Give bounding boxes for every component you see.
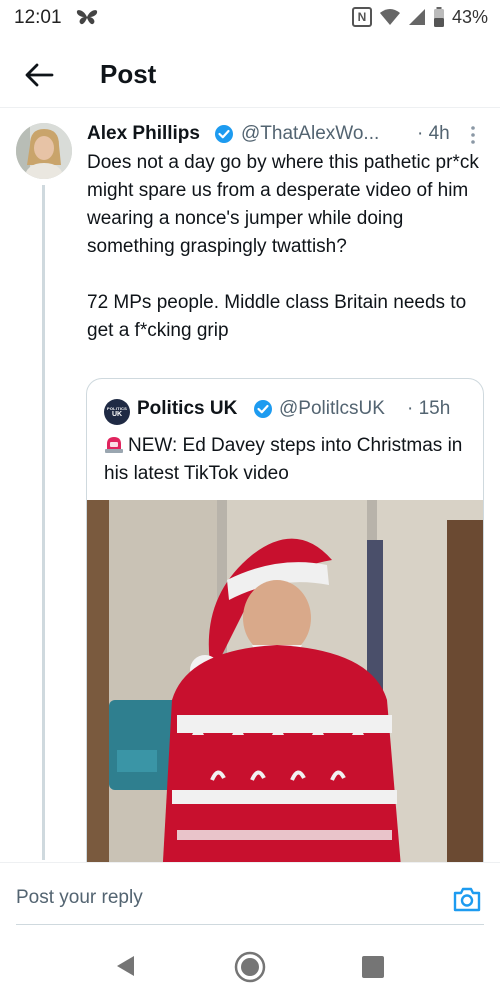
thread-line — [42, 185, 45, 860]
top-app-bar: Post — [0, 48, 500, 108]
tweet-paragraph: Does not a day go by where this pathetic… — [87, 152, 479, 257]
quote-avatar-text: UK — [111, 410, 123, 418]
nav-home-icon[interactable] — [234, 951, 266, 983]
avatar[interactable] — [16, 123, 72, 179]
quote-author-name[interactable]: Politics UK — [137, 398, 237, 420]
status-icons: N 43% — [351, 5, 488, 29]
tweet-header: Alex Phillips @ThatAlexWo... · 4h — [87, 121, 487, 149]
quote-text: NEW: Ed Davey steps into Christmas in hi… — [104, 432, 469, 488]
quote-author-handle[interactable]: @PolitlcsUK — [279, 398, 385, 420]
battery-icon — [433, 7, 444, 27]
signal-icon — [408, 9, 425, 25]
video-thumbnail[interactable] — [87, 500, 483, 877]
status-bar: 12:01 N 43% — [0, 0, 500, 36]
wifi-icon — [379, 9, 400, 25]
reply-input[interactable]: Post your reply — [16, 887, 143, 909]
reply-bar: Post your reply — [0, 862, 500, 934]
butterfly-icon — [76, 10, 98, 25]
page-title: Post — [100, 59, 157, 89]
quoted-post[interactable]: POLITICS UK Politics UK @PolitlcsUK · 15… — [86, 378, 484, 878]
arrow-left-icon[interactable] — [22, 60, 56, 90]
nfc-icon: N — [351, 7, 372, 27]
nav-back-icon[interactable] — [114, 954, 136, 978]
battery-percentage: 43% — [451, 6, 488, 27]
camera-icon[interactable] — [452, 885, 482, 913]
reply-underline — [16, 924, 484, 925]
tweet-paragraph: 72 MPs people. Middle class Britain need… — [87, 292, 467, 341]
siren-icon — [105, 437, 123, 453]
tweet-time: · 4h — [417, 123, 450, 144]
verified-badge-icon — [215, 125, 233, 143]
status-time: 12:01 — [14, 7, 62, 28]
nav-recents-icon[interactable] — [362, 956, 384, 978]
quote-text-content: NEW: Ed Davey steps into Christmas in hi… — [104, 435, 463, 484]
verified-badge-icon — [254, 400, 272, 418]
quote-avatar[interactable]: POLITICS UK — [104, 399, 130, 425]
quote-time: · 15h — [407, 398, 451, 419]
system-navigation-bar — [0, 934, 500, 1000]
tweet-text: Does not a day go by where this pathetic… — [87, 149, 487, 345]
author-handle[interactable]: @ThatAlexWo... — [241, 123, 379, 145]
more-options-icon[interactable] — [467, 123, 479, 147]
author-name[interactable]: Alex Phillips — [87, 123, 200, 145]
